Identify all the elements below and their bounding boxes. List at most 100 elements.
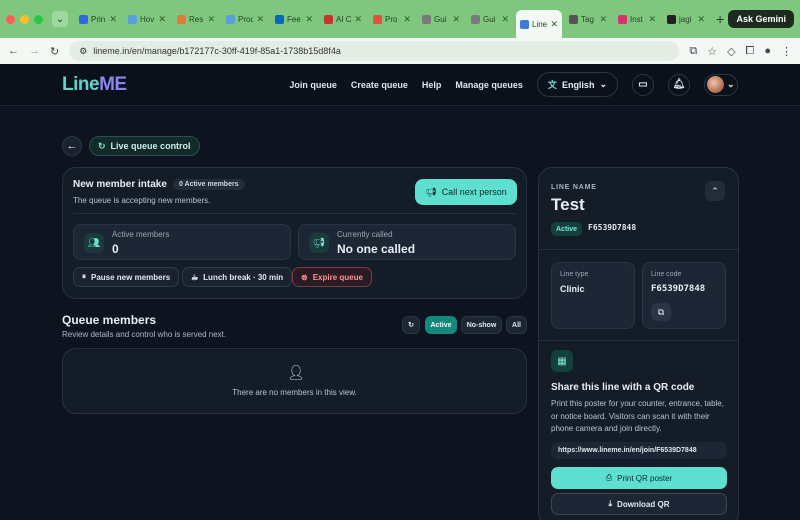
tab-title: Tag <box>581 14 594 24</box>
tab-title: Res <box>189 14 204 24</box>
maximize-window-button[interactable] <box>34 14 43 24</box>
chevron-up-icon: ⌃ <box>711 185 719 196</box>
minimize-window-button[interactable] <box>20 14 29 24</box>
tab-title: AI C <box>336 14 352 24</box>
join-url-field[interactable]: https://www.lineme.in/en/join/F6539D7848 <box>551 442 727 459</box>
filter-no-show[interactable]: No-show <box>461 316 502 334</box>
browser-tab[interactable]: jagi ✕ <box>663 6 709 32</box>
browser-tab[interactable]: Hov ✕ <box>124 6 170 32</box>
line-code-card: Line code F6539D7848 ⧉ <box>642 262 726 329</box>
site-info-icon[interactable]: ⚙ <box>79 46 87 57</box>
back-icon[interactable]: ← <box>8 45 19 57</box>
browser-tab[interactable]: Gui ✕ <box>418 6 464 32</box>
tab-favicon-icon <box>618 14 627 24</box>
forward-icon[interactable]: → <box>29 45 40 57</box>
collapse-panel-button[interactable]: ⌃ <box>705 181 725 201</box>
extensions-puzzle-icon[interactable]: ⧠ <box>746 45 755 58</box>
pause-new-members-button[interactable]: ⏸︎ Pause new members <box>73 267 180 287</box>
browser-tab[interactable]: Inst ✕ <box>614 6 660 32</box>
close-tab-icon[interactable]: ✕ <box>648 14 656 25</box>
close-tab-icon[interactable]: ✕ <box>599 14 607 25</box>
nav-help[interactable]: Help <box>422 80 442 90</box>
lineme-logo[interactable]: LineME <box>62 74 127 96</box>
stat-value: No one called <box>337 242 416 256</box>
browser-tab[interactable]: AI C ✕ <box>320 6 366 32</box>
tab-title: Gui <box>483 14 496 24</box>
button-label: Pause new members <box>91 272 171 282</box>
browser-tab[interactable]: Gui ✕ <box>467 6 513 32</box>
url-field[interactable]: ⚙ lineme.in/en/manage/b172177c-30ff-419f… <box>69 41 680 61</box>
browser-tab[interactable]: Pro ✕ <box>369 6 415 32</box>
close-tab-icon[interactable]: ✕ <box>109 14 117 25</box>
browser-tab[interactable]: Res ✕ <box>173 6 219 32</box>
download-icon: ⤓ <box>608 499 613 508</box>
line-code-text: F6539D7848 <box>588 223 637 232</box>
user-menu-button[interactable]: ⌄ <box>704 73 738 96</box>
expire-queue-button[interactable]: ⊗ Expire queue <box>292 267 372 287</box>
tab-list-icon[interactable]: ⌄ <box>52 11 68 27</box>
button-label: Print QR poster <box>617 473 673 483</box>
browser-tab[interactable]: Prin ✕ <box>75 6 121 32</box>
megaphone-icon: 📢︎ <box>425 186 437 197</box>
queue-members-subtitle: Review details and control who is served… <box>62 330 227 339</box>
app-header: LineME Join queue Create queue Help Mana… <box>0 64 800 106</box>
tab-title: Pro <box>385 14 398 24</box>
browser-tab[interactable]: Prod ✕ <box>222 6 268 32</box>
browser-tab[interactable]: Line ✕ <box>516 10 562 38</box>
nav-join-queue[interactable]: Join queue <box>289 80 337 90</box>
refresh-queue-button[interactable]: ↻ <box>402 316 420 334</box>
bookmark-star-icon[interactable]: ☆ <box>707 45 717 58</box>
tab-favicon-icon <box>324 14 333 24</box>
tab-title: jagi <box>679 14 692 24</box>
filter-all[interactable]: All <box>506 316 527 334</box>
browser-tab[interactable]: Tag ✕ <box>565 6 611 32</box>
lunch-break-button[interactable]: ☕︎ Lunch break · 30 min <box>182 267 293 287</box>
close-tab-icon[interactable]: ✕ <box>158 14 166 25</box>
ask-gemini-button[interactable]: Ask Gemini <box>728 10 794 28</box>
close-tab-icon[interactable]: ✕ <box>354 14 362 25</box>
tab-favicon-icon <box>520 19 529 29</box>
browser-tab-bar: ⌄ Prin ✕ Hov ✕ Res ✕ Prod ✕ Fee ✕ AI C ✕ Pro ✕ Gui ✕ Gui… <box>0 0 800 38</box>
install-app-icon[interactable]: ⧉ <box>689 45 697 58</box>
call-next-label: Call next person <box>441 187 507 197</box>
live-queue-control-pill[interactable]: ↻ Live queue control <box>89 136 200 156</box>
close-tab-icon[interactable]: ✕ <box>256 14 264 25</box>
line-type-value: Clinic <box>560 284 585 294</box>
close-tab-icon[interactable]: ✕ <box>550 19 558 30</box>
call-next-person-button[interactable]: 📢︎ Call next person <box>415 179 517 205</box>
profile-icon[interactable]: ● <box>764 45 771 58</box>
download-qr-button[interactable]: ⤓ Download QR <box>551 493 727 515</box>
status-badge: Active <box>551 222 583 236</box>
line-code-value: F6539D7848 <box>651 284 706 294</box>
browser-menu-icon[interactable]: ⋮ <box>781 45 792 58</box>
close-tab-icon[interactable]: ✕ <box>452 14 460 25</box>
filter-active[interactable]: Active <box>425 316 457 334</box>
bell-icon: 🔔︎ <box>672 79 686 90</box>
divider <box>73 213 516 214</box>
nav-create-queue[interactable]: Create queue <box>351 80 408 90</box>
close-tab-icon[interactable]: ✕ <box>305 14 313 25</box>
extension-icon[interactable]: ◇ <box>727 45 735 58</box>
back-button[interactable]: ← <box>62 136 82 156</box>
close-tab-icon[interactable]: ✕ <box>697 14 705 25</box>
close-tab-icon[interactable]: ✕ <box>501 14 509 25</box>
browser-tab[interactable]: Fee ✕ <box>271 6 317 32</box>
new-tab-button[interactable]: + <box>716 11 724 27</box>
reload-icon[interactable]: ↻ <box>50 45 59 58</box>
line-name-eyebrow: LINE NAME <box>551 184 597 191</box>
nav-manage-queues[interactable]: Manage queues <box>455 80 523 90</box>
window-controls <box>6 14 43 24</box>
language-selector[interactable]: 文 English ⌄ <box>536 72 618 97</box>
copy-code-button[interactable]: ⧉ <box>651 303 671 321</box>
line-code-label: Line code <box>651 271 682 278</box>
notifications-button[interactable]: 🔔︎ <box>668 73 690 96</box>
close-tab-icon[interactable]: ✕ <box>403 14 411 25</box>
print-qr-poster-button[interactable]: ⎙ Print QR poster <box>551 467 727 489</box>
tab-title: Gui <box>434 14 447 24</box>
close-window-button[interactable] <box>6 14 15 24</box>
stop-circle-icon: ⊗ <box>301 272 308 282</box>
close-tab-icon[interactable]: ✕ <box>207 14 215 25</box>
member-intake-card: New member intake 0 Active members The q… <box>62 167 527 299</box>
tab-title: Prod <box>238 14 254 24</box>
display-mode-button[interactable]: ▭ <box>632 73 654 96</box>
